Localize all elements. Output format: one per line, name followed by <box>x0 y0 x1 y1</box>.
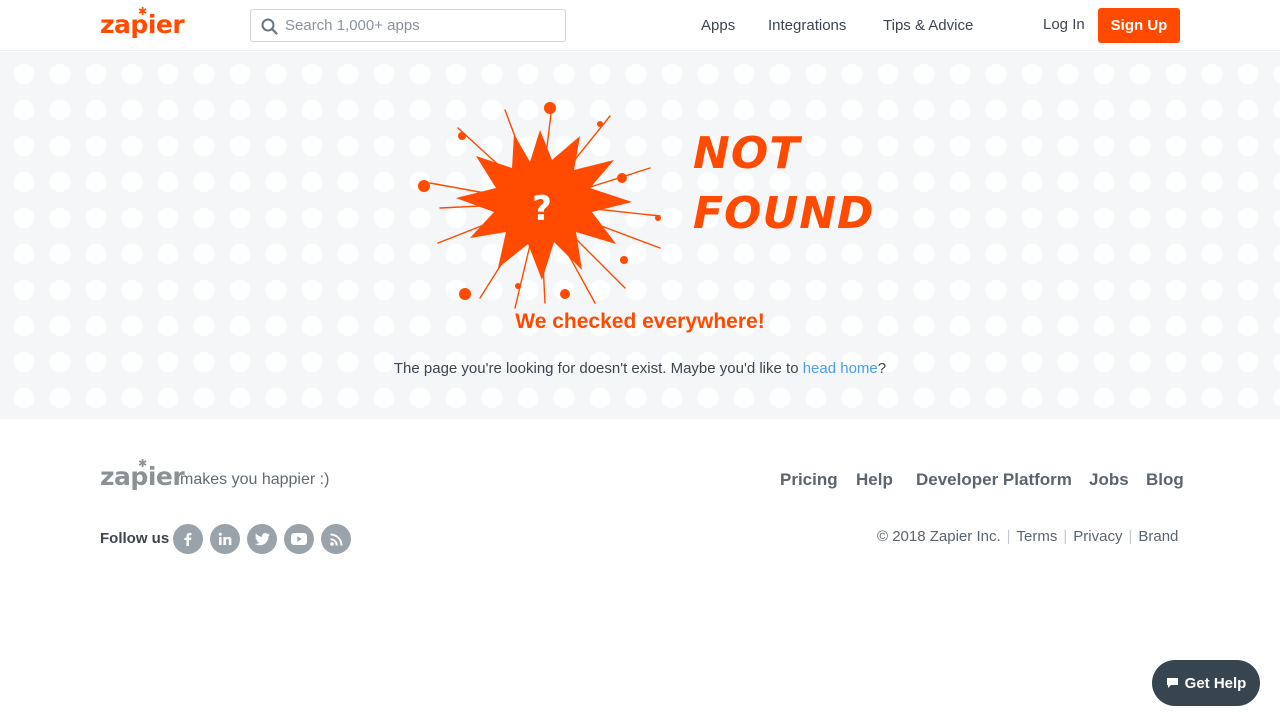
footer-link-blog[interactable]: Blog <box>1146 470 1184 490</box>
site-header: zapier ✱ Apps Integrations Tips & Advice… <box>0 0 1280 51</box>
footer-link-pricing[interactable]: Pricing <box>780 470 838 490</box>
not-found-hero: ? NOT FOUND We checked everywhere! The p… <box>0 52 1280 419</box>
footer-logo[interactable]: zapier ✱ <box>100 458 185 494</box>
privacy-link[interactable]: Privacy <box>1073 528 1122 545</box>
footer-legal: © 2018 Zapier Inc. | Terms | Privacy | Brand <box>877 528 1178 545</box>
get-help-label: Get Help <box>1184 674 1247 692</box>
legal-separator: | <box>1128 528 1133 545</box>
copyright-text: © 2018 Zapier Inc. <box>877 528 1001 545</box>
not-found-heading: NOT FOUND <box>693 124 875 244</box>
we-checked-subheading: We checked everywhere! <box>515 310 765 333</box>
terms-link[interactable]: Terms <box>1017 528 1058 545</box>
not-found-line-2: FOUND <box>693 188 875 239</box>
head-home-link[interactable]: head home <box>803 360 878 377</box>
follow-us-label: Follow us <box>100 530 170 547</box>
nav-apps[interactable]: Apps <box>701 17 735 35</box>
not-found-message: The page you're looking for doesn't exis… <box>0 360 1280 377</box>
search-input[interactable] <box>285 10 555 41</box>
chat-bubble-icon <box>1166 678 1178 688</box>
logo-asterisk-icon: ✱ <box>138 6 148 18</box>
not-found-line-1: NOT <box>693 128 801 179</box>
get-help-button[interactable]: Get Help <box>1152 660 1260 706</box>
linkedin-icon[interactable] <box>210 524 240 554</box>
message-end: ? <box>877 360 887 377</box>
nav-integrations[interactable]: Integrations <box>768 17 846 35</box>
legal-separator: | <box>1006 528 1011 545</box>
login-link[interactable]: Log In <box>1043 16 1085 33</box>
facebook-icon[interactable] <box>173 524 203 554</box>
twitter-icon[interactable] <box>247 524 277 554</box>
rss-icon[interactable] <box>321 524 351 554</box>
search-icon <box>261 18 278 35</box>
footer-link-help[interactable]: Help <box>856 470 893 490</box>
explosion-illustration: ? <box>418 102 661 309</box>
footer-link-developer-platform[interactable]: Developer Platform <box>916 470 1072 490</box>
signup-button[interactable]: Sign Up <box>1098 8 1180 43</box>
youtube-icon[interactable] <box>284 524 314 554</box>
footer-logo-asterisk-icon: ✱ <box>138 458 148 470</box>
legal-separator: | <box>1063 528 1068 545</box>
nav-tips-advice[interactable]: Tips & Advice <box>883 17 973 35</box>
footer-link-jobs[interactable]: Jobs <box>1089 470 1129 490</box>
message-text: The page you're looking for doesn't exis… <box>393 360 803 377</box>
search-box <box>250 9 566 42</box>
zapier-logo[interactable]: zapier ✱ <box>100 6 185 42</box>
brand-link[interactable]: Brand <box>1138 528 1178 545</box>
question-mark-glyph: ? <box>532 189 552 229</box>
footer-tagline: makes you happier :) <box>180 471 330 488</box>
